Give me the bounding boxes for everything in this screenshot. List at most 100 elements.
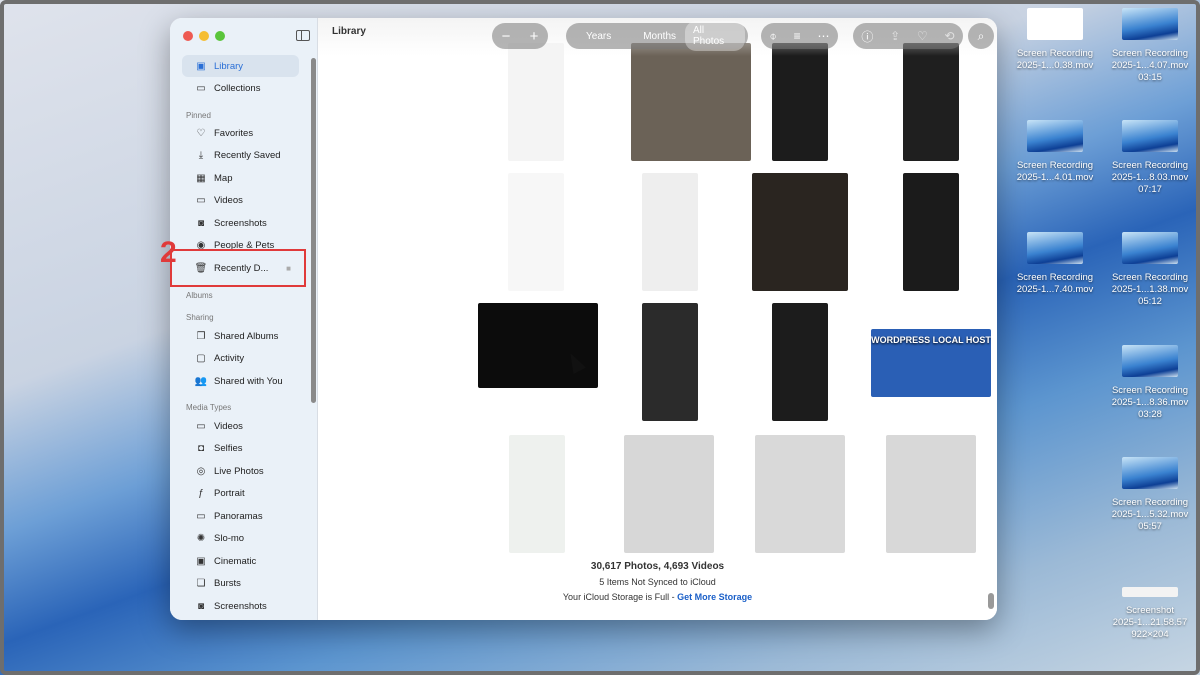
toolbar: Library − + Years Months All Photos ⌽ ≡ … bbox=[318, 18, 997, 56]
sidebar: ▣ Library ▭ Collections Pinned ♡ Favorites ⤓ Rec… bbox=[170, 18, 318, 620]
photo-thumbnail[interactable] bbox=[886, 435, 976, 553]
sidebar-item-screenshots[interactable]: ◙ Screenshots bbox=[182, 595, 299, 617]
sidebar-item-shared-with-you[interactable]: 👥 Shared with You bbox=[182, 370, 299, 392]
sidebar-item-panoramas[interactable]: ▭ Panoramas bbox=[182, 505, 299, 527]
video-icon: ▭ bbox=[196, 420, 206, 432]
close-button[interactable] bbox=[183, 31, 193, 41]
photo-thumbnail[interactable] bbox=[478, 303, 598, 388]
sidebar-item-label: Screenshots bbox=[214, 600, 267, 612]
file-thumbnail bbox=[1122, 587, 1178, 597]
file-name-detail: 2025-1...7.40.mov bbox=[1016, 284, 1094, 295]
sidebar-item-cinematic[interactable]: ▣ Cinematic bbox=[182, 550, 299, 572]
photo-thumbnail[interactable] bbox=[509, 435, 565, 553]
sidebar-item-portrait[interactable]: ƒ Portrait bbox=[182, 483, 299, 505]
sidebar-item-label: Slo-mo bbox=[214, 533, 245, 544]
desktop-file[interactable]: Screen Recording 2025-1...5.32.mov 05:57 bbox=[1100, 457, 1200, 533]
zoom-button[interactable] bbox=[215, 31, 225, 41]
desktop-file[interactable]: Screenshot 2025-1...21.58.57 922×204 bbox=[1100, 569, 1200, 641]
photo-thumbnail[interactable] bbox=[642, 173, 698, 291]
desktop-file[interactable]: Screen Recording 2025-1...1.38.mov 05:12 bbox=[1100, 232, 1200, 308]
shared-with-you-icon: 👥 bbox=[194, 375, 208, 387]
get-more-storage-link[interactable]: Get More Storage bbox=[677, 592, 752, 602]
sidebar-item-label: Shared Albums bbox=[214, 330, 279, 342]
file-meta: 03:28 bbox=[1138, 409, 1162, 420]
favorite-icon[interactable]: ♡ bbox=[917, 29, 928, 43]
photos-window: ▣ Library ▭ Collections Pinned ♡ Favorites ⤓ Rec… bbox=[170, 18, 997, 620]
sidebar-item-label: Map bbox=[214, 172, 233, 184]
download-icon: ⤓ bbox=[198, 150, 204, 161]
highlight-box bbox=[170, 249, 306, 287]
cinematic-icon: ▣ bbox=[196, 555, 206, 567]
sidebar-item-shared-albums[interactable]: ❐ Shared Albums bbox=[182, 325, 299, 347]
minimize-button[interactable] bbox=[199, 31, 209, 41]
desktop-file[interactable]: Screen Recording 2025-1...8.36.mov 03:28 bbox=[1100, 345, 1200, 421]
photo-thumbnail[interactable] bbox=[508, 173, 564, 291]
sidebar-item-screenshots[interactable]: ◙ Screenshots bbox=[182, 212, 299, 234]
zoom-out-button[interactable]: − bbox=[502, 28, 511, 45]
sidebar-item-label: Screenshots bbox=[214, 217, 267, 229]
sidebar-item-library[interactable]: ▣ Library bbox=[182, 55, 299, 77]
file-thumbnail bbox=[1122, 8, 1178, 40]
photo-thumbnail[interactable] bbox=[631, 43, 751, 161]
desktop-file[interactable]: Screen Recording 2025-1...8.03.mov 07:17 bbox=[1100, 120, 1200, 196]
desktop-file[interactable]: Screen Recording 2025-1...7.40.mov bbox=[1005, 232, 1105, 296]
sidebar-item-favorites[interactable]: ♡ Favorites bbox=[182, 122, 299, 144]
share-icon[interactable]: ⇪ bbox=[890, 29, 900, 43]
sharing-header: Sharing bbox=[186, 313, 214, 322]
sidebar-item-label: Selfies bbox=[214, 443, 243, 454]
panorama-icon: ▭ bbox=[196, 510, 206, 522]
desktop-file[interactable]: Screen Recording 2025-1...4.07.mov 03:15 bbox=[1100, 8, 1200, 84]
sidebar-toggle-icon[interactable] bbox=[296, 30, 310, 41]
sidebar-item-selfies[interactable]: ◘ Selfies bbox=[182, 438, 299, 460]
tab-all-photos[interactable]: All Photos bbox=[685, 21, 745, 51]
photo-actions: ⓘ ⇪ ♡ ⟲ bbox=[853, 23, 963, 49]
search-button[interactable]: ⌕ bbox=[968, 23, 994, 49]
more-icon[interactable]: ⋯ bbox=[818, 29, 830, 43]
sidebar-item-label: Portrait bbox=[214, 488, 245, 499]
photo-thumbnail[interactable] bbox=[752, 173, 848, 291]
tab-months[interactable]: Months bbox=[634, 31, 685, 42]
search-icon: ⌕ bbox=[977, 28, 985, 43]
photo-thumbnail[interactable] bbox=[642, 303, 698, 421]
heart-icon: ♡ bbox=[196, 127, 206, 139]
photo-thumbnail[interactable] bbox=[624, 435, 714, 553]
slideshow-icon[interactable]: ⌽ bbox=[769, 29, 776, 44]
sync-status: 5 Items Not Synced to iCloud bbox=[599, 577, 716, 587]
file-name-detail: 2025-1...4.01.mov bbox=[1016, 172, 1094, 183]
sidebar-item-collections[interactable]: ▭ Collections bbox=[182, 78, 299, 100]
sidebar-scrollbar[interactable] bbox=[311, 58, 316, 403]
video-icon: ▭ bbox=[196, 195, 206, 206]
sidebar-item-bursts[interactable]: ❏ Bursts bbox=[182, 573, 299, 595]
desktop-file[interactable]: Screen Recording 2025-1...0.38.mov bbox=[1005, 8, 1105, 72]
tab-years[interactable]: Years bbox=[577, 31, 620, 42]
file-meta: 05:12 bbox=[1138, 296, 1162, 307]
file-name: Screen Recording bbox=[1111, 272, 1189, 283]
photo-thumbnail[interactable]: WORDPRESS LOCAL HOST bbox=[871, 329, 991, 397]
file-meta: 922×204 bbox=[1131, 629, 1169, 640]
sidebar-item-activity[interactable]: ▢ Activity bbox=[182, 348, 299, 370]
content-scrollbar[interactable] bbox=[988, 593, 994, 609]
sidebar-item-videos[interactable]: ▭ Videos bbox=[182, 415, 299, 437]
sidebar-item-videos[interactable]: ▭ Videos bbox=[182, 190, 299, 212]
rotate-icon[interactable]: ⟲ bbox=[945, 29, 955, 43]
photo-thumbnail[interactable] bbox=[755, 435, 845, 553]
sidebar-item-live-photos[interactable]: ◎ Live Photos bbox=[182, 460, 299, 482]
file-thumbnail bbox=[1027, 120, 1083, 152]
file-name: Screen Recording bbox=[1016, 160, 1094, 171]
sidebar-item-map[interactable]: ▦ Map bbox=[182, 167, 299, 189]
sidebar-item-label: Live Photos bbox=[214, 465, 264, 477]
sidebar-item-label: Videos bbox=[214, 420, 243, 432]
info-icon[interactable]: ⓘ bbox=[861, 28, 873, 45]
desktop-file[interactable]: Screen Recording 2025-1...4.01.mov bbox=[1005, 120, 1105, 184]
library-counts: 30,617 Photos, 4,693 Videos bbox=[590, 561, 725, 572]
photo-thumbnail[interactable] bbox=[508, 43, 564, 161]
zoom-in-button[interactable]: + bbox=[530, 28, 539, 45]
sidebar-item-slo-mo[interactable]: ✺ Slo-mo bbox=[182, 528, 299, 550]
sidebar-item-recently-saved[interactable]: ⤓ Recently Saved bbox=[182, 145, 299, 167]
photo-thumbnail[interactable] bbox=[772, 303, 828, 421]
photo-thumbnail[interactable] bbox=[772, 43, 828, 161]
photo-thumbnail[interactable] bbox=[903, 173, 959, 291]
photo-thumbnail[interactable] bbox=[903, 43, 959, 161]
photo-library-icon: ▣ bbox=[196, 60, 206, 72]
filter-icon[interactable]: ≡ bbox=[794, 29, 801, 43]
